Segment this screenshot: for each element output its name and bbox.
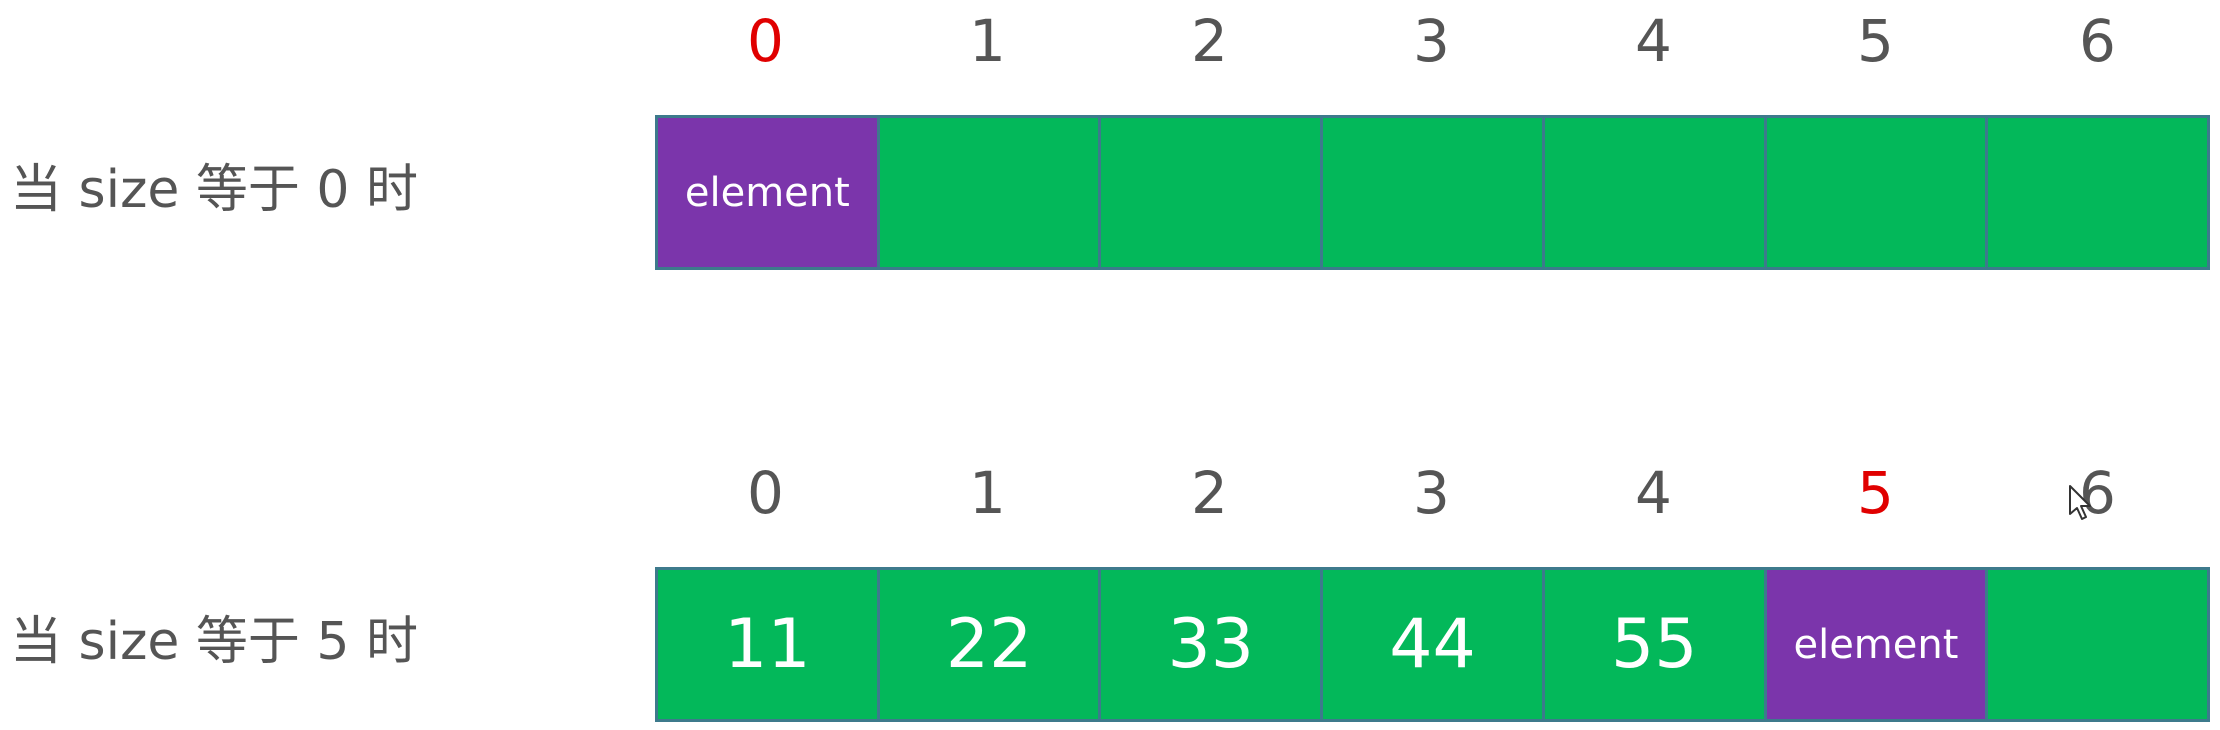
array-cell bbox=[1544, 118, 1767, 267]
array-cells: element bbox=[655, 115, 2210, 270]
index-label: 2 bbox=[1191, 7, 1228, 75]
index-labels: 0 1 2 3 4 5 6 bbox=[655, 458, 2210, 528]
array-cell bbox=[1988, 570, 2208, 719]
array-cells: 11 22 33 44 55 element bbox=[655, 567, 2210, 722]
row-label: 当 size 等于 5 时 bbox=[10, 612, 419, 672]
array-cell bbox=[1101, 118, 1324, 267]
index-label: 5 bbox=[1857, 7, 1894, 75]
array-cell bbox=[1323, 118, 1545, 267]
array-cell bbox=[879, 118, 1102, 267]
index-label: 6 bbox=[2079, 459, 2116, 527]
index-label: 0 bbox=[747, 7, 784, 75]
array-cell bbox=[1766, 118, 1989, 267]
index-label: 0 bbox=[747, 459, 784, 527]
array-cell: 33 bbox=[1101, 570, 1324, 719]
index-label: 3 bbox=[1413, 459, 1450, 527]
array-cell-element: element bbox=[658, 118, 880, 267]
array-cell: 44 bbox=[1323, 570, 1545, 719]
index-labels: 0 1 2 3 4 5 6 bbox=[655, 6, 2210, 76]
index-label: 5 bbox=[1857, 459, 1894, 527]
index-label: 4 bbox=[1635, 459, 1672, 527]
array-cell: 11 bbox=[658, 570, 880, 719]
mouse-cursor-icon bbox=[2069, 485, 2091, 520]
array-cell bbox=[1988, 118, 2208, 267]
index-label: 1 bbox=[969, 7, 1006, 75]
array-cell: 22 bbox=[879, 570, 1102, 719]
index-label: 2 bbox=[1191, 459, 1228, 527]
row-label: 当 size 等于 0 时 bbox=[10, 160, 419, 220]
index-label: 1 bbox=[969, 459, 1006, 527]
index-label: 6 bbox=[2079, 7, 2116, 75]
array-cell-element: element bbox=[1766, 570, 1989, 719]
index-label: 4 bbox=[1635, 7, 1672, 75]
index-label: 3 bbox=[1413, 7, 1450, 75]
array-cell: 55 bbox=[1544, 570, 1767, 719]
